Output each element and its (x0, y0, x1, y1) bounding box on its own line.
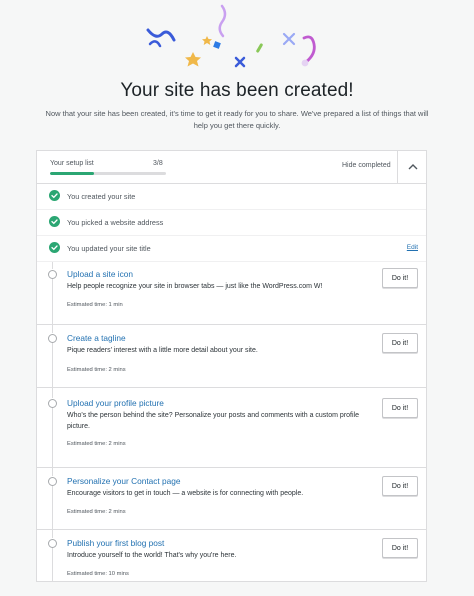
completed-task-label: You updated your site title (67, 244, 151, 253)
incomplete-circle-icon (48, 270, 57, 279)
completed-tasks: You created your site You picked a websit… (37, 184, 426, 262)
task-description: Help people recognize your site in brows… (67, 283, 323, 290)
check-circle-icon (49, 216, 60, 227)
edit-link[interactable]: Edit (407, 244, 418, 251)
task-estimated-time: Estimated time: 2 mins (67, 441, 126, 447)
task-title-link[interactable]: Personalize your Contact page (67, 476, 180, 486)
task-description: Who's the person behind the site? Person… (67, 412, 359, 430)
task-title-link[interactable]: Upload a site icon (67, 269, 133, 279)
incomplete-circle-icon (48, 477, 57, 486)
hide-completed-toggle[interactable]: Hide completed (342, 162, 391, 169)
task-title-link[interactable]: Upload your profile picture (67, 398, 164, 408)
completed-task-row: You picked a website address (37, 210, 426, 236)
task-description: Pique readers' interest with a little mo… (67, 347, 258, 354)
task-estimated-time: Estimated time: 2 mins (67, 509, 126, 515)
task-description: Encourage visitors to get in touch — a w… (67, 490, 304, 497)
timeline-line (52, 547, 53, 581)
do-it-button[interactable]: Do it! (382, 333, 418, 353)
task-estimated-time: Estimated time: 2 mins (67, 367, 126, 373)
task-row: Personalize your Contact page Encourage v… (37, 468, 426, 530)
task-row: Publish your first blog post Introduce yo… (37, 530, 426, 581)
timeline-line (52, 485, 53, 529)
task-row: Create a tagline Pique readers' interest … (37, 325, 426, 388)
do-it-button[interactable]: Do it! (382, 538, 418, 558)
incomplete-circle-icon (48, 539, 57, 548)
timeline-line (52, 388, 53, 398)
task-row: Upload a site icon Help people recognize … (37, 262, 426, 325)
timeline-line (52, 530, 53, 538)
pending-tasks: Upload a site icon Help people recognize … (37, 262, 426, 581)
timeline-line (52, 278, 53, 324)
do-it-button[interactable]: Do it! (382, 476, 418, 496)
task-title-link[interactable]: Create a tagline (67, 333, 126, 343)
task-estimated-time: Estimated time: 10 mins (67, 571, 129, 577)
setup-list-count: 3/8 (153, 160, 163, 167)
do-it-button[interactable]: Do it! (382, 268, 418, 288)
timeline-line (52, 262, 53, 269)
completed-task-label: You picked a website address (67, 218, 164, 227)
chevron-up-icon[interactable] (406, 160, 420, 174)
check-circle-icon (49, 242, 60, 253)
do-it-button[interactable]: Do it! (382, 398, 418, 418)
page-subtitle: Now that your site has been created, it'… (45, 109, 429, 130)
timeline-line (52, 325, 53, 333)
task-title-link[interactable]: Publish your first blog post (67, 538, 164, 548)
setup-progress-bar (50, 172, 166, 175)
task-row: Upload your profile picture Who's the per… (37, 388, 426, 468)
confetti-illustration (146, 4, 316, 68)
timeline-line (52, 342, 53, 387)
task-estimated-time: Estimated time: 1 min (67, 302, 123, 308)
setup-checklist-card: Your setup list 3/8 Hide completed You c… (36, 150, 427, 582)
setup-progress-fill (50, 172, 94, 175)
timeline-line (52, 468, 53, 476)
completed-task-label: You created your site (67, 192, 136, 201)
header-divider (397, 151, 398, 183)
completed-task-row: You updated your site title Edit (37, 236, 426, 262)
timeline-line (52, 407, 53, 467)
check-circle-icon (49, 190, 60, 201)
completed-task-row: You created your site (37, 184, 426, 210)
incomplete-circle-icon (48, 399, 57, 408)
task-description: Introduce yourself to the world! That's … (67, 552, 237, 559)
checklist-header: Your setup list 3/8 Hide completed (37, 151, 426, 184)
setup-list-label: Your setup list (50, 160, 94, 167)
page-title: Your site has been created! (120, 80, 354, 101)
incomplete-circle-icon (48, 334, 57, 343)
